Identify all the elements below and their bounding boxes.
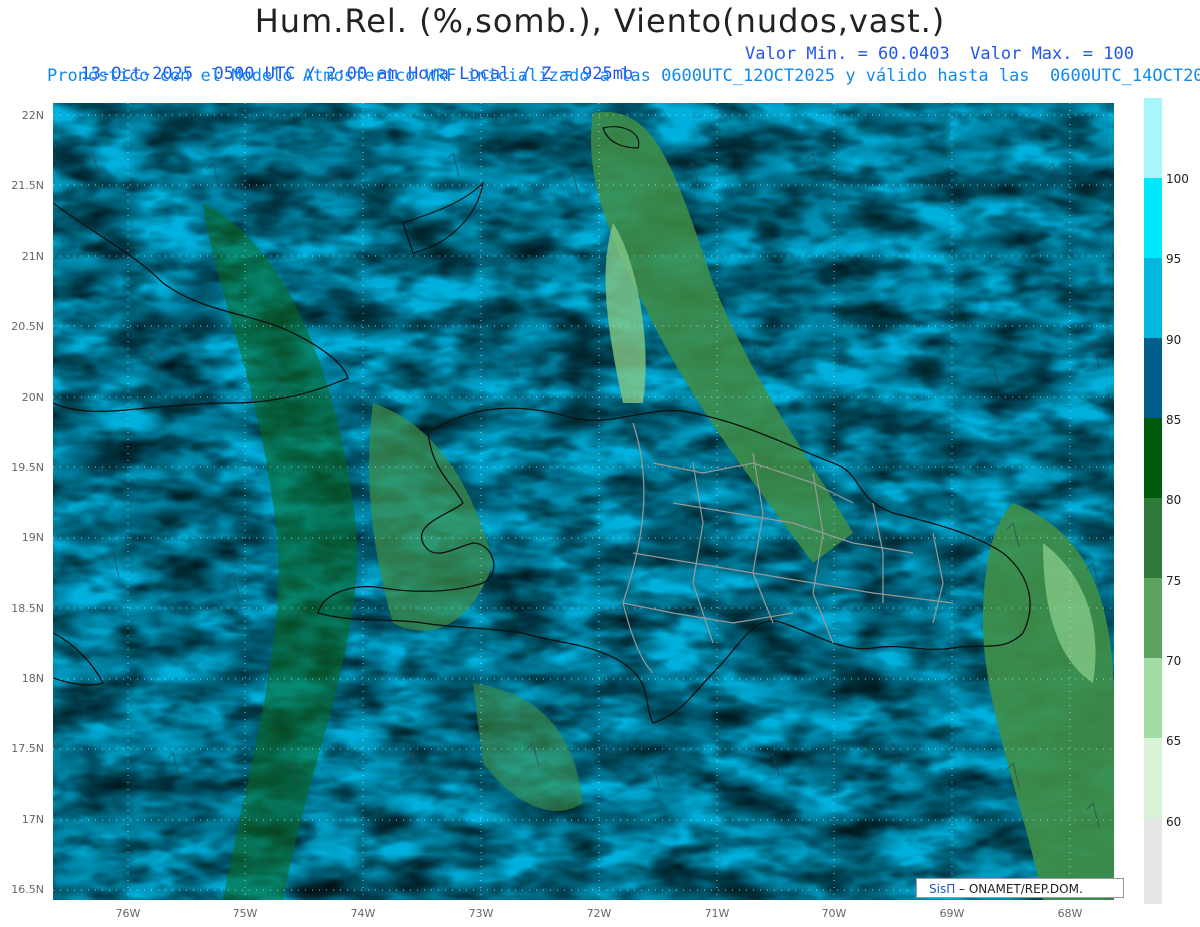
colorbar-band [1144,658,1162,738]
lat-label: 20.5N [11,320,44,333]
lat-label: 17N [21,813,44,826]
model-info-line: Pronóstico con el Modelo Atmosferico WRF… [47,66,1200,86]
colorbar-label: 80 [1166,493,1182,507]
colorbar-band [1144,338,1162,418]
colorbar-band [1144,738,1162,818]
credit-box: SisΠ – ONAMET/REP.DOM. [916,878,1124,898]
map-canvas [53,103,1114,900]
lon-label: 68W [1057,907,1083,920]
colorbar-band [1144,258,1162,338]
lon-label: 72W [586,907,612,920]
lat-label: 21.5N [11,179,44,192]
colorbar-label: 100 [1166,172,1189,186]
colorbar-label: 95 [1166,252,1182,266]
lat-label: 19N [21,531,44,544]
chart-title: Hum.Rel. (%,somb.), Viento(nudos,vast.) [254,2,946,40]
lon-label: 69W [939,907,965,920]
lat-label: 16.5N [11,883,44,896]
humidity-map [53,103,1114,900]
lat-label: 22N [21,109,44,122]
colorbar-band [1144,818,1162,904]
lat-label: 18N [21,672,44,685]
lon-label: 76W [115,907,141,920]
colorbar [1144,98,1162,904]
credit-text: – ONAMET/REP.DOM. [955,882,1083,896]
colorbar-label: 65 [1166,734,1182,748]
colorbar-label: 75 [1166,574,1182,588]
colorbar-label: 60 [1166,815,1182,829]
sispi-logo: SisΠ [929,882,956,896]
lon-label: 73W [468,907,494,920]
colorbar-band [1144,418,1162,498]
colorbar-label: 70 [1166,654,1182,668]
colorbar-label: 85 [1166,413,1182,427]
lat-label: 21N [21,250,44,263]
lon-label: 75W [232,907,258,920]
lat-label: 20N [21,391,44,404]
lon-label: 70W [821,907,847,920]
colorbar-band [1144,98,1162,178]
lon-label: 74W [350,907,376,920]
colorbar-band [1144,178,1162,258]
min-max-text: Valor Min. = 60.0403 Valor Max. = 100 [745,44,1134,64]
colorbar-band [1144,498,1162,578]
lat-label: 17.5N [11,742,44,755]
lat-label: 18.5N [11,602,44,615]
colorbar-label: 90 [1166,333,1182,347]
lat-label: 19.5N [11,461,44,474]
lon-label: 71W [704,907,730,920]
colorbar-band [1144,578,1162,658]
